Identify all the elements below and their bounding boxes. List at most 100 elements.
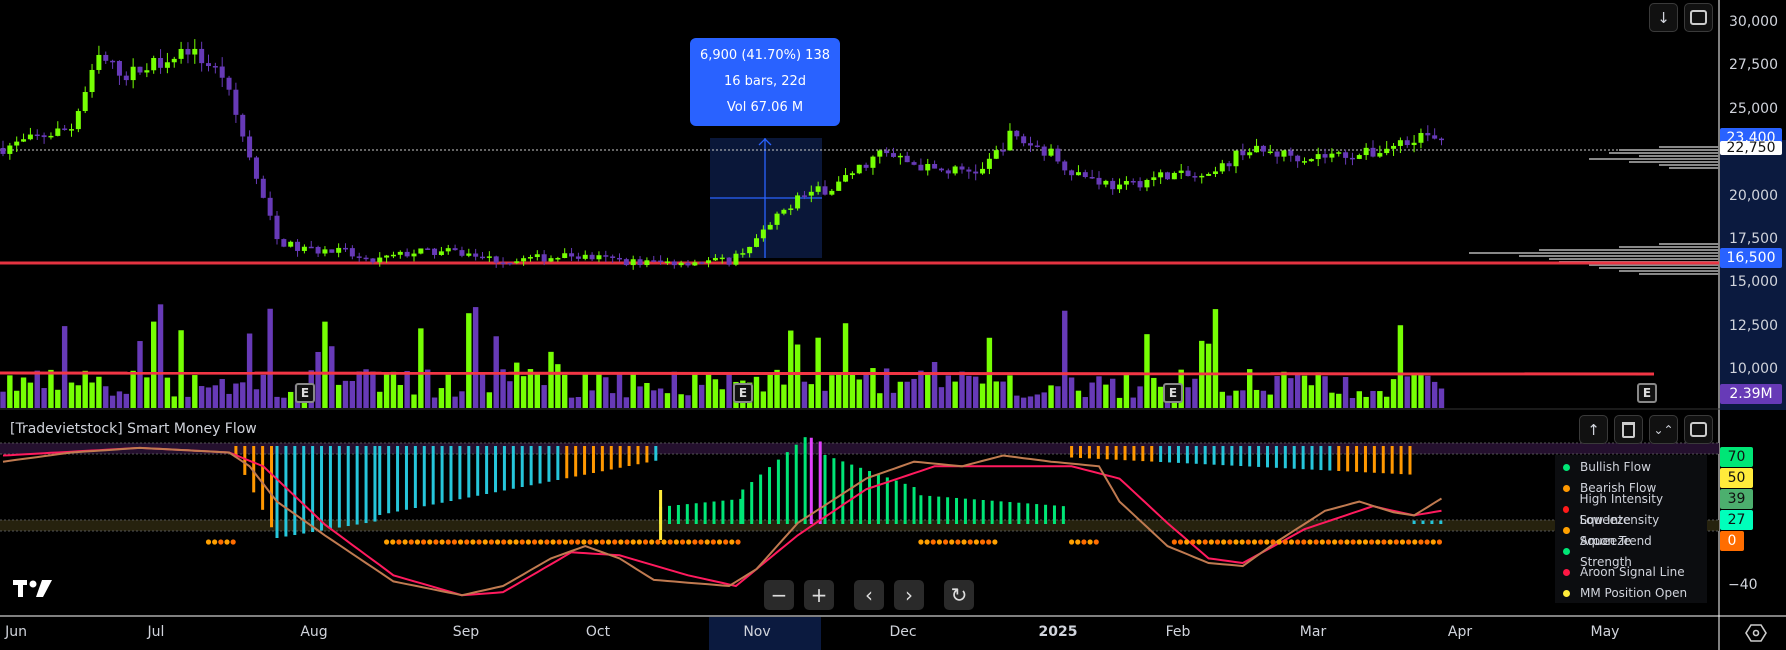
delete-pane-button[interactable] <box>1614 415 1643 444</box>
histogram-bar <box>1408 446 1412 475</box>
volume-profile-bar <box>1639 155 1719 157</box>
candle-body <box>14 141 20 146</box>
histogram-bar <box>422 446 426 507</box>
reset-chart-button[interactable]: ↻ <box>944 580 974 610</box>
volume-profile-bar <box>1669 167 1719 169</box>
volume-bar <box>692 372 698 408</box>
candle-body <box>1404 140 1410 146</box>
volume-bar <box>404 371 410 408</box>
candle-body <box>452 248 458 251</box>
histogram-bar <box>1035 504 1039 524</box>
volume-bar <box>699 384 705 408</box>
volume-bar <box>1226 395 1232 408</box>
histogram-bar <box>1194 446 1198 464</box>
scroll-right-button[interactable]: › <box>894 580 924 610</box>
month-label: Oct <box>585 624 611 640</box>
histogram-bar <box>1248 446 1252 467</box>
histogram-bar <box>556 446 560 480</box>
volume-bar <box>541 385 547 408</box>
histogram-bar <box>1372 446 1376 473</box>
squeeze-dot <box>1319 539 1325 545</box>
legend-label: MM Position Open <box>1580 586 1688 600</box>
volume-bar <box>712 379 719 408</box>
volume-bar <box>267 308 273 408</box>
volume-bar <box>856 379 862 408</box>
histogram-bar <box>1176 446 1180 463</box>
price-tick-label: 30,000 <box>1729 14 1778 30</box>
candle-body <box>1028 143 1033 146</box>
volume-bar <box>877 393 883 408</box>
candle-body <box>1199 175 1205 178</box>
squeeze-dot <box>686 539 692 545</box>
histogram-bar <box>337 446 341 528</box>
collapse-pane-button[interactable]: ⌄⌃ <box>1649 415 1678 444</box>
price-tick-label: 20,000 <box>1729 187 1778 204</box>
squeeze-dot <box>1190 539 1196 545</box>
arrow-down-icon: ↓ <box>1657 8 1670 27</box>
candle-body <box>315 246 321 254</box>
volume-bar <box>945 375 951 408</box>
histogram-bar <box>387 446 391 514</box>
volume-bar <box>1055 386 1061 408</box>
volume-bar <box>938 387 945 408</box>
squeeze-dot <box>1356 539 1362 545</box>
squeeze-dot <box>1325 539 1332 545</box>
squeeze-dot <box>599 539 605 545</box>
candle-body <box>938 168 944 171</box>
tradingview-logo[interactable] <box>12 578 52 604</box>
candle-body <box>473 253 479 257</box>
candle-body <box>795 195 801 209</box>
candle-body <box>1103 180 1109 185</box>
candle-body <box>89 69 95 93</box>
earnings-marker[interactable]: E <box>733 383 753 403</box>
earnings-marker[interactable]: E <box>295 383 315 403</box>
plus-icon: + <box>810 583 828 607</box>
zoom-out-button[interactable]: − <box>764 580 794 610</box>
legend-dot-icon <box>1563 506 1570 513</box>
histogram-bar <box>1212 446 1216 465</box>
candle-body <box>1302 161 1307 163</box>
histogram-bar <box>494 446 498 493</box>
scroll-to-latest-button[interactable]: ↓ <box>1649 3 1678 32</box>
candle-body <box>1055 148 1061 162</box>
scroll-left-button[interactable]: ‹ <box>854 580 884 610</box>
volume-bar <box>1144 334 1150 408</box>
maximize-pane-button[interactable] <box>1684 3 1713 32</box>
histogram-bar <box>1026 503 1030 524</box>
candle-body <box>1206 173 1212 176</box>
volume-bar <box>1116 397 1123 408</box>
histogram-bar <box>1123 446 1127 461</box>
volume-bar <box>75 385 82 408</box>
candle-body <box>637 259 643 266</box>
indicator-title[interactable]: [Tradevietstock] Smart Money Flow <box>10 421 257 437</box>
candle-body <box>623 259 629 266</box>
histogram-bar <box>912 487 916 524</box>
volume-bar <box>719 389 725 408</box>
earnings-marker[interactable]: E <box>1637 383 1657 403</box>
volume-bar <box>1212 309 1219 408</box>
earnings-marker[interactable]: E <box>1163 383 1183 403</box>
volume-bar <box>431 397 438 408</box>
candle-body <box>863 164 869 168</box>
candle-body <box>754 238 759 247</box>
maximize-indicator-button[interactable] <box>1684 415 1713 444</box>
candle-body <box>288 241 294 247</box>
candle-body <box>1185 170 1191 177</box>
histogram-bar <box>990 500 994 524</box>
volume-profile-bar <box>1659 146 1719 148</box>
zoom-in-button[interactable]: + <box>804 580 834 610</box>
volume-bar <box>445 374 451 408</box>
volume-bar <box>911 378 917 408</box>
month-label: Feb <box>1165 624 1191 640</box>
candle-body <box>1144 180 1150 188</box>
volume-bar <box>548 351 554 408</box>
chart-canvas[interactable] <box>0 0 1786 650</box>
settings-button[interactable] <box>1745 622 1767 644</box>
histogram-bar <box>449 446 453 501</box>
candle-body <box>253 157 259 179</box>
candle-body <box>706 260 712 264</box>
move-pane-up-button[interactable]: ↑ <box>1579 415 1608 444</box>
candle-body <box>836 181 842 191</box>
month-label: Nov <box>743 624 771 640</box>
volume-bar <box>555 364 561 408</box>
